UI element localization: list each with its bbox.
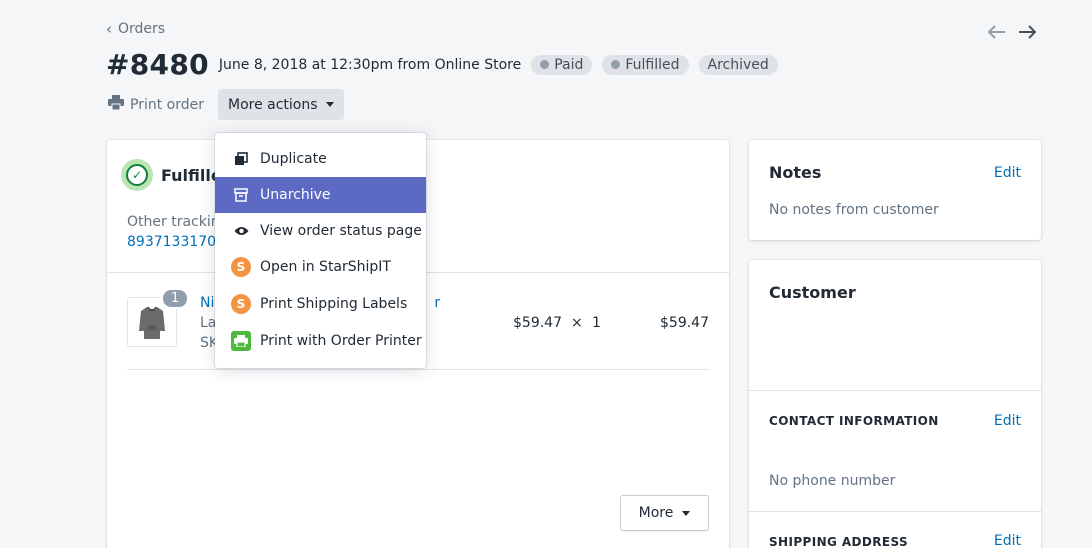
order-title-row: #8480 June 8, 2018 at 12:30pm from Onlin…: [106, 48, 778, 81]
printer-icon: [108, 95, 124, 114]
more-button[interactable]: More: [620, 495, 709, 531]
badge-dot-icon: [540, 60, 550, 69]
order-actions: Print order More actions: [108, 89, 344, 120]
divider: [127, 369, 709, 370]
line-total: $59.47: [660, 315, 709, 331]
contact-information-heading: CONTACT INFORMATION: [769, 414, 939, 428]
menu-item-label: View order status page: [260, 223, 422, 239]
status-badge-paid: Paid: [531, 54, 593, 75]
more-actions-menu: Duplicate Unarchive View order status pa…: [215, 133, 426, 368]
menu-item-label: Duplicate: [260, 151, 327, 167]
duplicate-icon: [233, 151, 249, 167]
badge-dot-icon: [611, 60, 621, 69]
menu-item-label: Print Shipping Labels: [260, 296, 408, 312]
status-badge-archived: Archived: [698, 54, 778, 75]
order-number: #8480: [106, 48, 209, 81]
menu-item-open-starshipit[interactable]: S Open in StarShipIT: [215, 249, 426, 285]
eye-icon: [233, 223, 249, 239]
menu-item-print-shipping-labels[interactable]: S Print Shipping Labels: [215, 286, 426, 322]
chevron-left-icon: ‹: [106, 19, 112, 38]
starshipit-icon: S: [231, 257, 251, 277]
back-label: Orders: [118, 21, 166, 37]
shipping-address-heading: SHIPPING ADDRESS: [769, 535, 909, 548]
more-actions-button[interactable]: More actions: [218, 89, 344, 120]
phone-number: No phone number: [769, 473, 896, 489]
menu-item-print-order-printer[interactable]: Print with Order Printer: [215, 323, 426, 359]
item-quantity: 1: [592, 315, 601, 331]
menu-item-label: Unarchive: [260, 187, 331, 203]
times-sign: ×: [571, 315, 583, 331]
caret-down-icon: [682, 510, 691, 516]
quantity-badge: 1: [161, 288, 190, 309]
badge-label: Fulfilled: [625, 56, 680, 73]
notes-card: Notes Edit No notes from customer: [749, 140, 1041, 240]
menu-item-duplicate[interactable]: Duplicate: [215, 141, 426, 177]
divider: [749, 390, 1041, 391]
order-printer-icon: [231, 331, 251, 351]
notes-body: No notes from customer: [769, 202, 939, 218]
hoodie-image-icon: [139, 306, 165, 339]
customer-title: Customer: [769, 283, 856, 302]
shipping-edit-link[interactable]: Edit: [994, 533, 1021, 548]
product-name-visible-end: r: [434, 295, 441, 311]
divider: [749, 511, 1041, 512]
menu-item-unarchive[interactable]: Unarchive: [215, 177, 426, 213]
status-badge-fulfilled: Fulfilled: [602, 54, 689, 75]
caret-down-icon: [325, 102, 334, 107]
tracking-label: Other tracking: [127, 214, 229, 230]
badge-label: Paid: [554, 56, 584, 73]
more-actions-label: More actions: [228, 96, 318, 113]
archive-icon: [233, 187, 249, 203]
next-order-arrow-icon[interactable]: [1018, 20, 1037, 44]
notes-edit-link[interactable]: Edit: [994, 165, 1021, 181]
product-name-visible-start: Ni: [200, 295, 215, 311]
order-date: June 8, 2018 at 12:30pm from Online Stor…: [218, 56, 522, 73]
product-variant: La: [200, 315, 217, 331]
more-button-label: More: [638, 505, 674, 521]
order-pager: [987, 20, 1037, 44]
print-order-button[interactable]: Print order: [108, 95, 204, 114]
tracking-number-link[interactable]: 89371331700: [127, 234, 225, 250]
badge-label: Archived: [707, 56, 769, 73]
menu-item-label: Print with Order Printer: [260, 333, 422, 349]
customer-card: Customer CONTACT INFORMATION Edit No pho…: [749, 260, 1041, 548]
notes-title: Notes: [769, 163, 822, 182]
contact-edit-link[interactable]: Edit: [994, 413, 1021, 429]
unit-price: $59.47: [513, 315, 562, 331]
menu-item-view-order-status[interactable]: View order status page: [215, 213, 426, 249]
previous-order-arrow-icon[interactable]: [987, 20, 1006, 44]
menu-item-label: Open in StarShipIT: [260, 259, 391, 275]
starshipit-icon: S: [231, 294, 251, 314]
fulfilled-check-icon: ✓: [121, 159, 153, 191]
back-to-orders-link[interactable]: ‹ Orders: [106, 21, 165, 37]
print-order-label: Print order: [130, 96, 204, 113]
